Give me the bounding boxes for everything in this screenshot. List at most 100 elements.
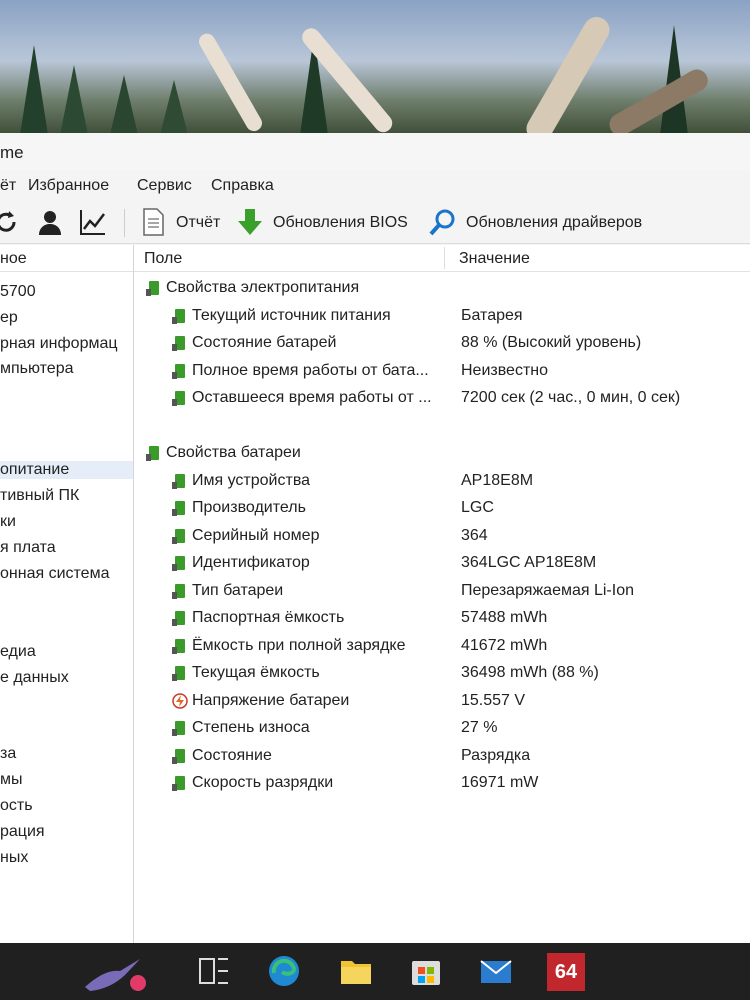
sidebar-item[interactable]: тивный ПК (0, 487, 79, 505)
battery-icon (146, 446, 159, 461)
property-field: Текущий источник питания (192, 306, 391, 324)
property-row[interactable]: Производитель LGC (134, 495, 750, 522)
menu-favorites[interactable]: Избранное (28, 177, 109, 195)
property-field: Тип батареи (192, 581, 284, 599)
report-button[interactable]: Отчёт (176, 214, 220, 232)
group-header[interactable]: Свойства электропитания (134, 275, 750, 302)
sidebar-header: ное (0, 245, 133, 272)
chart-icon[interactable] (78, 207, 108, 237)
property-row[interactable]: Полное время работы от бата... Неизвестно (134, 358, 750, 385)
store-icon[interactable] (408, 953, 444, 989)
sidebar-item[interactable]: рация (0, 823, 45, 841)
property-field: Степень износа (192, 719, 310, 736)
property-value: Неизвестно (461, 361, 549, 379)
property-row[interactable]: Степень износа 27 % (134, 715, 750, 742)
sidebar-item[interactable]: ки (0, 513, 16, 531)
property-row[interactable]: Тип батареи Перезаряжаемая Li-Ion (134, 578, 750, 605)
sidebar-item[interactable]: едиа (0, 643, 36, 661)
toolbar: Отчёт Обновления BIOS Обновления драйвер… (0, 203, 750, 244)
property-row[interactable]: Скорость разрядки 16971 mW (134, 770, 750, 797)
property-field: Имя устройства (192, 471, 311, 489)
battery-icon (172, 528, 185, 544)
column-header-value[interactable]: Значение (459, 250, 530, 268)
sidebar-item[interactable]: ость (0, 797, 33, 815)
sidebar-item[interactable]: ер (0, 309, 18, 327)
battery-icon (172, 473, 185, 489)
property-row[interactable]: Состояние батарей 88 % (Высокий уровень) (134, 330, 750, 357)
property-value: 16971 mW (461, 774, 539, 791)
property-row[interactable]: Текущая ёмкость 36498 mWh (88 %) (134, 660, 750, 687)
menu-report[interactable]: ёт (0, 177, 16, 195)
report-icon[interactable] (138, 207, 168, 237)
mail-icon[interactable] (478, 953, 514, 989)
sidebar-item[interactable]: онная система (0, 565, 109, 583)
group-header[interactable]: Свойства батареи (134, 440, 750, 467)
voltage-icon (172, 692, 188, 709)
battery-icon (172, 391, 185, 406)
battery-icon (172, 748, 185, 764)
user-icon[interactable] (35, 207, 65, 237)
property-value: Батарея (461, 306, 523, 324)
battery-icon (172, 638, 185, 654)
property-value: AP18E8M (461, 471, 534, 489)
sidebar-item[interactable]: мы (0, 771, 23, 789)
edge-browser-icon[interactable] (266, 953, 302, 989)
sidebar-item[interactable]: за (0, 745, 16, 763)
menu-bar: ёт Избранное Сервис Справка (0, 173, 750, 201)
sidebar-item[interactable]: я плата (0, 539, 56, 557)
wallpaper-tree (60, 65, 88, 135)
sidebar-tree: ное 5700 ер рная информац мпьютера опита… (0, 245, 134, 943)
column-divider[interactable] (444, 247, 445, 269)
battery-icon (172, 363, 185, 379)
sidebar-item[interactable]: 5700 (0, 283, 36, 301)
battery-icon (172, 776, 185, 791)
property-value: 27 % (461, 719, 498, 736)
property-row[interactable]: Паспортная ёмкость 57488 mWh (134, 605, 750, 632)
property-value: Разрядка (461, 746, 531, 764)
task-view-icon[interactable] (196, 953, 232, 989)
property-field: Состояние батарей (192, 334, 337, 351)
battery-icon (146, 281, 159, 296)
battery-icon (172, 611, 185, 626)
file-explorer-icon[interactable] (338, 953, 374, 989)
battery-icon (172, 666, 185, 681)
property-row[interactable]: Идентификатор 364LGC AP18E8M (134, 550, 750, 577)
sidebar-item[interactable]: рная информац (0, 335, 118, 353)
menu-service[interactable]: Сервис (137, 177, 192, 195)
sidebar-item-power[interactable]: опитание (0, 461, 133, 479)
column-header-field[interactable]: Поле (144, 250, 182, 268)
property-value: 88 % (Высокий уровень) (461, 334, 642, 351)
property-field: Ёмкость при полной зарядке (192, 636, 406, 654)
sidebar-item[interactable]: е данных (0, 669, 69, 687)
magnifier-icon[interactable] (428, 207, 458, 237)
download-arrow-icon[interactable] (235, 207, 265, 237)
property-row[interactable]: Текущий источник питания Батарея (134, 303, 750, 330)
driver-updates-button[interactable]: Обновления драйверов (466, 214, 642, 232)
property-field: Производитель (192, 499, 306, 516)
aida64-icon[interactable]: 64 (547, 953, 585, 991)
sidebar-item[interactable]: мпьютера (0, 360, 74, 378)
bios-updates-button[interactable]: Обновления BIOS (273, 214, 408, 232)
property-row[interactable]: Ёмкость при полной зарядке 41672 mWh (134, 633, 750, 660)
details-panel: Поле Значение Свойства электропитания Тек… (134, 245, 750, 943)
hummingbird-icon (85, 959, 146, 991)
wallpaper-antler (196, 30, 265, 134)
battery-icon (172, 501, 185, 516)
property-row[interactable]: Серийный номер 364 (134, 523, 750, 550)
property-row[interactable]: Оставшееся время работы от ... 7200 сек (… (134, 385, 750, 412)
refresh-icon[interactable] (0, 207, 22, 237)
property-value: 15.557 V (461, 691, 526, 709)
wallpaper-tree (160, 80, 188, 135)
property-value: 7200 сек (2 час., 0 мин, 0 сек) (461, 389, 681, 406)
property-row[interactable]: Напряжение батареи 15.557 V (134, 688, 750, 715)
property-row[interactable]: Состояние Разрядка (134, 743, 750, 770)
property-field: Напряжение батареи (192, 691, 350, 709)
group-title: Свойства электропитания (166, 279, 360, 296)
property-value: 41672 mWh (461, 636, 548, 654)
menu-help[interactable]: Справка (211, 177, 274, 195)
column-headers: Поле Значение (134, 245, 750, 272)
battery-icon (172, 556, 185, 571)
property-value: 364 (461, 526, 488, 544)
sidebar-item[interactable]: ных (0, 849, 28, 867)
property-row[interactable]: Имя устройства AP18E8M (134, 468, 750, 495)
